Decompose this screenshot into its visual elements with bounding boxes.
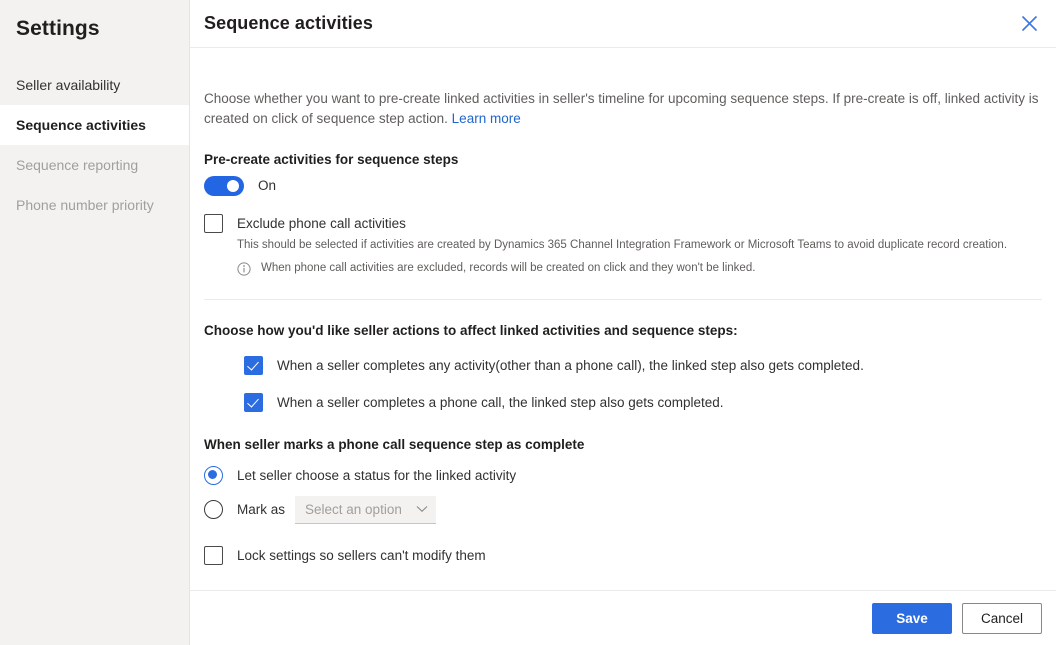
exclude-phone-info-text: When phone call activities are excluded,… <box>261 261 756 274</box>
close-icon-glyph <box>1021 15 1037 31</box>
intro-copy: Choose whether you want to pre-create li… <box>204 90 1039 126</box>
let-seller-choose-radio[interactable] <box>204 465 223 485</box>
cancel-button[interactable]: Cancel <box>962 602 1042 634</box>
learn-more-link[interactable]: Learn more <box>452 111 521 126</box>
settings-dialog: Settings Seller availability Sequence ac… <box>0 0 1056 645</box>
panel-body: Choose whether you want to pre-create li… <box>190 62 1056 604</box>
lock-settings-checkbox-row: Lock settings so sellers can't modify th… <box>204 545 1042 565</box>
sidebar-nav: Seller availability Sequence activities … <box>0 65 189 225</box>
seller-completes-phone-call-checkbox[interactable] <box>244 392 263 412</box>
sidebar-title: Settings <box>16 17 100 40</box>
exclude-phone-checkbox[interactable] <box>204 213 223 233</box>
phone-complete-heading: When seller marks a phone call sequence … <box>204 436 585 452</box>
precreate-label: Pre-create activities for sequence steps <box>204 151 459 167</box>
precreate-toggle-row: On <box>204 175 1042 196</box>
section-divider <box>204 298 1042 300</box>
panel-main: Sequence activities Choose whether you w… <box>190 0 1056 645</box>
close-icon[interactable] <box>1012 6 1046 40</box>
panel-header: Sequence activities <box>190 0 1056 48</box>
info-icon-glyph <box>237 261 251 276</box>
seller-actions-heading: Choose how you'd like seller actions to … <box>204 322 738 338</box>
precreate-toggle-state: On <box>258 178 277 193</box>
chevron-down-icon <box>416 505 428 513</box>
settings-sidebar: Settings Seller availability Sequence ac… <box>0 0 190 645</box>
exclude-phone-label: Exclude phone call activities <box>237 215 406 231</box>
seller-action-option-row: When a seller completes a phone call, th… <box>244 392 1042 412</box>
exclude-phone-info-row: When phone call activities are excluded,… <box>237 261 1042 276</box>
save-button[interactable]: Save <box>872 602 952 634</box>
chevron-down-icon-glyph <box>416 506 428 513</box>
sidebar-item-label: Seller availability <box>16 77 121 93</box>
let-seller-choose-radio-row: Let seller choose a status for the linke… <box>204 465 1042 485</box>
seller-action-option-row: When a seller completes any activity(oth… <box>244 355 1042 375</box>
lock-settings-checkbox[interactable] <box>204 545 223 565</box>
sidebar-item-label: Phone number priority <box>16 197 154 213</box>
toggle-knob <box>227 179 239 192</box>
mark-as-status-select[interactable]: Select an option <box>295 495 436 524</box>
exclude-phone-helper: This should be selected if activities ar… <box>237 238 1008 251</box>
mark-as-label: Mark as <box>237 502 286 517</box>
sidebar-item-seller-availability[interactable]: Seller availability <box>0 65 189 105</box>
exclude-phone-checkbox-row: Exclude phone call activities <box>204 213 1042 233</box>
info-icon <box>237 261 251 276</box>
seller-completes-any-activity-label: When a seller completes any activity(oth… <box>277 357 864 373</box>
sidebar-item-sequence-reporting[interactable]: Sequence reporting <box>0 145 189 185</box>
panel-footer: Save Cancel <box>190 590 1056 645</box>
precreate-toggle[interactable] <box>204 175 244 196</box>
sidebar-item-sequence-activities[interactable]: Sequence activities <box>0 105 189 145</box>
seller-completes-phone-call-label: When a seller completes a phone call, th… <box>277 394 724 410</box>
seller-completes-any-activity-checkbox[interactable] <box>244 355 263 375</box>
sidebar-item-phone-number-priority[interactable]: Phone number priority <box>0 185 189 225</box>
mark-as-radio-row: Mark as Select an option <box>204 495 1042 524</box>
lock-settings-label: Lock settings so sellers can't modify th… <box>237 547 486 563</box>
page-title: Sequence activities <box>204 13 373 33</box>
intro-text: Choose whether you want to pre-create li… <box>204 62 1042 129</box>
mark-as-status-value: Select an option <box>305 501 402 517</box>
sidebar-item-label: Sequence reporting <box>16 157 139 173</box>
mark-as-radio[interactable] <box>204 500 223 519</box>
sidebar-item-label: Sequence activities <box>16 117 146 133</box>
let-seller-choose-label: Let seller choose a status for the linke… <box>237 467 517 483</box>
